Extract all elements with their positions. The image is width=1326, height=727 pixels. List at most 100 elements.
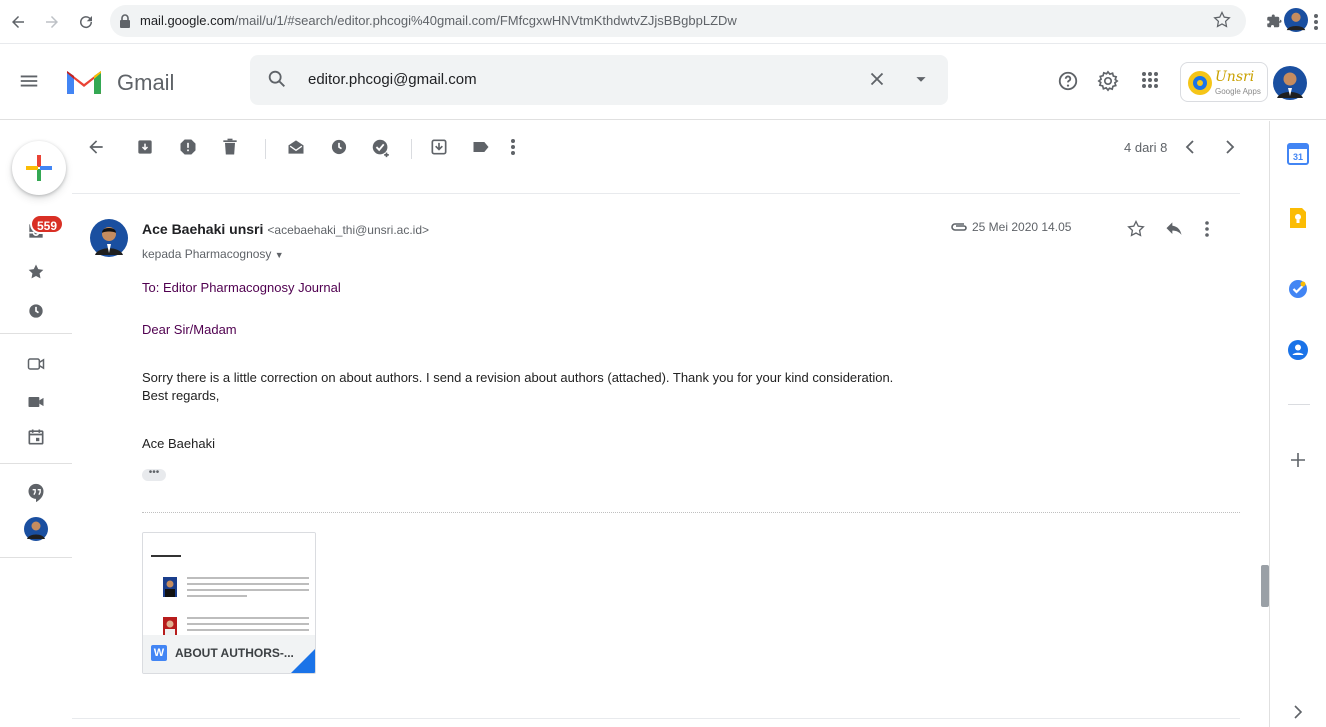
recipient-dropdown-icon[interactable]: ▼ <box>275 250 284 260</box>
org-logo-subtext: Google Apps <box>1215 87 1261 96</box>
archive-icon[interactable] <box>135 137 155 157</box>
browser-toolbar: mail.google.com/mail/u/1/#search/editor.… <box>0 0 1326 44</box>
message-top-divider <box>72 193 1240 194</box>
preview-photo-icon <box>163 577 177 597</box>
search-options-icon[interactable] <box>910 68 932 90</box>
attachment-corner-fold <box>291 649 315 673</box>
url-host: mail.google.com <box>140 13 235 28</box>
back-arrow-icon[interactable] <box>6 10 30 34</box>
report-spam-icon[interactable] <box>178 137 198 157</box>
older-chevron-right-icon[interactable] <box>1222 137 1238 157</box>
preview-text-line <box>187 589 309 591</box>
compose-button[interactable] <box>12 141 66 195</box>
get-addons-plus-icon[interactable] <box>1287 449 1309 471</box>
gmail-header: Gmail editor.phcogi@gmail.com Unsri Goog… <box>0 44 1326 120</box>
sender-avatar[interactable] <box>90 219 128 257</box>
google-keep-icon[interactable] <box>1287 207 1309 229</box>
preview-text-line <box>187 617 309 619</box>
preview-text-line <box>187 577 309 579</box>
calendar-icon[interactable] <box>26 427 46 447</box>
forward-arrow-icon[interactable] <box>40 10 64 34</box>
mark-unread-icon[interactable] <box>286 137 306 157</box>
settings-gear-icon[interactable] <box>1097 70 1119 92</box>
rail-divider <box>0 333 72 334</box>
body-greeting: Dear Sir/Madam <box>142 322 237 337</box>
hangouts-chat-icon[interactable] <box>26 482 46 504</box>
gmail-logo-icon[interactable] <box>64 67 104 97</box>
org-logo-text: Unsri <box>1215 69 1255 85</box>
product-name: Gmail <box>117 70 175 95</box>
attachment-paperclip-icon <box>950 221 968 233</box>
help-icon[interactable] <box>1057 70 1079 92</box>
snooze-clock-icon[interactable] <box>329 137 349 157</box>
side-panel-divider <box>1288 404 1310 405</box>
body-closing: Best regards, <box>142 388 220 403</box>
delete-trash-icon[interactable] <box>220 137 240 157</box>
snoozed-clock-icon[interactable] <box>26 301 46 321</box>
message-more-icon[interactable] <box>1204 219 1210 239</box>
attachment-divider <box>142 512 1240 513</box>
message-bottom-divider <box>72 718 1240 719</box>
attachment-filename: ABOUT AUTHORS-... <box>175 646 294 660</box>
toolbar-separator <box>265 139 266 159</box>
lock-icon <box>118 13 132 29</box>
organization-logo[interactable]: Unsri Google Apps <box>1180 62 1268 102</box>
starred-icon[interactable] <box>26 262 46 282</box>
star-message-icon[interactable] <box>1126 219 1146 239</box>
search-bar[interactable]: editor.phcogi@gmail.com <box>250 55 948 105</box>
reload-icon[interactable] <box>74 10 98 34</box>
scrollbar-thumb[interactable] <box>1261 565 1269 607</box>
newer-chevron-left-icon[interactable] <box>1182 137 1198 157</box>
recipient-text: kepada Pharmacognosy <box>142 247 272 261</box>
account-avatar[interactable] <box>1273 66 1307 100</box>
move-to-icon[interactable] <box>429 137 449 157</box>
preview-photo-icon <box>163 617 177 637</box>
search-icon[interactable] <box>266 68 288 90</box>
sender-name[interactable]: Ace Baehaki unsri <box>142 221 263 237</box>
inbox-unread-badge: 559 <box>30 214 65 234</box>
google-contacts-icon[interactable] <box>1287 339 1309 361</box>
preview-heading-line <box>151 555 181 557</box>
browser-menu-icon[interactable] <box>1304 10 1326 34</box>
extensions-puzzle-icon[interactable] <box>1262 10 1286 34</box>
address-bar[interactable]: mail.google.com/mail/u/1/#search/editor.… <box>110 5 1246 37</box>
show-side-panel-chevron-icon[interactable] <box>1287 701 1309 723</box>
message-toolbar: 4 dari 8 <box>72 121 1268 173</box>
body-text: Sorry there is a little correction on ab… <box>142 370 894 385</box>
svg-text:31: 31 <box>1293 152 1303 162</box>
rail-divider <box>0 557 72 558</box>
side-panel: 31 <box>1269 121 1326 727</box>
conversation-page-count: 4 dari 8 <box>1124 140 1168 155</box>
attachment-card[interactable]: W ABOUT AUTHORS-... <box>142 532 316 674</box>
preview-text-line <box>187 583 309 585</box>
body-to-line: To: Editor Pharmacognosy Journal <box>142 280 341 295</box>
reply-arrow-icon[interactable] <box>1164 219 1184 239</box>
more-actions-icon[interactable] <box>510 137 516 157</box>
apps-grid-icon[interactable] <box>1140 70 1160 90</box>
attachment-preview <box>143 533 315 637</box>
message-date-area: 25 Mei 2020 14.05 <box>950 220 1071 234</box>
clear-search-icon[interactable] <box>866 68 888 90</box>
hangouts-contact-avatar[interactable] <box>24 517 48 541</box>
meet-join-video-icon[interactable] <box>26 392 46 412</box>
show-trimmed-content-button[interactable]: ••• <box>142 468 166 481</box>
bookmark-star-icon[interactable] <box>1212 10 1232 30</box>
rail-divider <box>0 463 72 464</box>
recipient-line[interactable]: kepada Pharmacognosy ▼ <box>142 247 284 261</box>
message-scrollbar[interactable] <box>1259 173 1269 727</box>
meet-new-meeting-icon[interactable] <box>26 354 46 374</box>
left-navigation-rail: 559 <box>0 121 72 727</box>
preview-text-line <box>187 623 309 625</box>
add-to-tasks-icon[interactable] <box>370 137 392 159</box>
google-tasks-icon[interactable] <box>1287 278 1309 300</box>
search-input[interactable]: editor.phcogi@gmail.com <box>308 71 477 88</box>
preview-text-line <box>187 595 247 597</box>
back-to-list-icon[interactable] <box>86 137 106 157</box>
labels-icon[interactable] <box>471 137 491 157</box>
message-date: 25 Mei 2020 14.05 <box>972 220 1072 234</box>
main-menu-icon[interactable] <box>18 70 40 92</box>
word-file-icon: W <box>151 645 167 661</box>
toolbar-separator <box>411 139 412 159</box>
url-text: mail.google.com/mail/u/1/#search/editor.… <box>140 13 737 28</box>
google-calendar-icon[interactable]: 31 <box>1287 143 1309 165</box>
